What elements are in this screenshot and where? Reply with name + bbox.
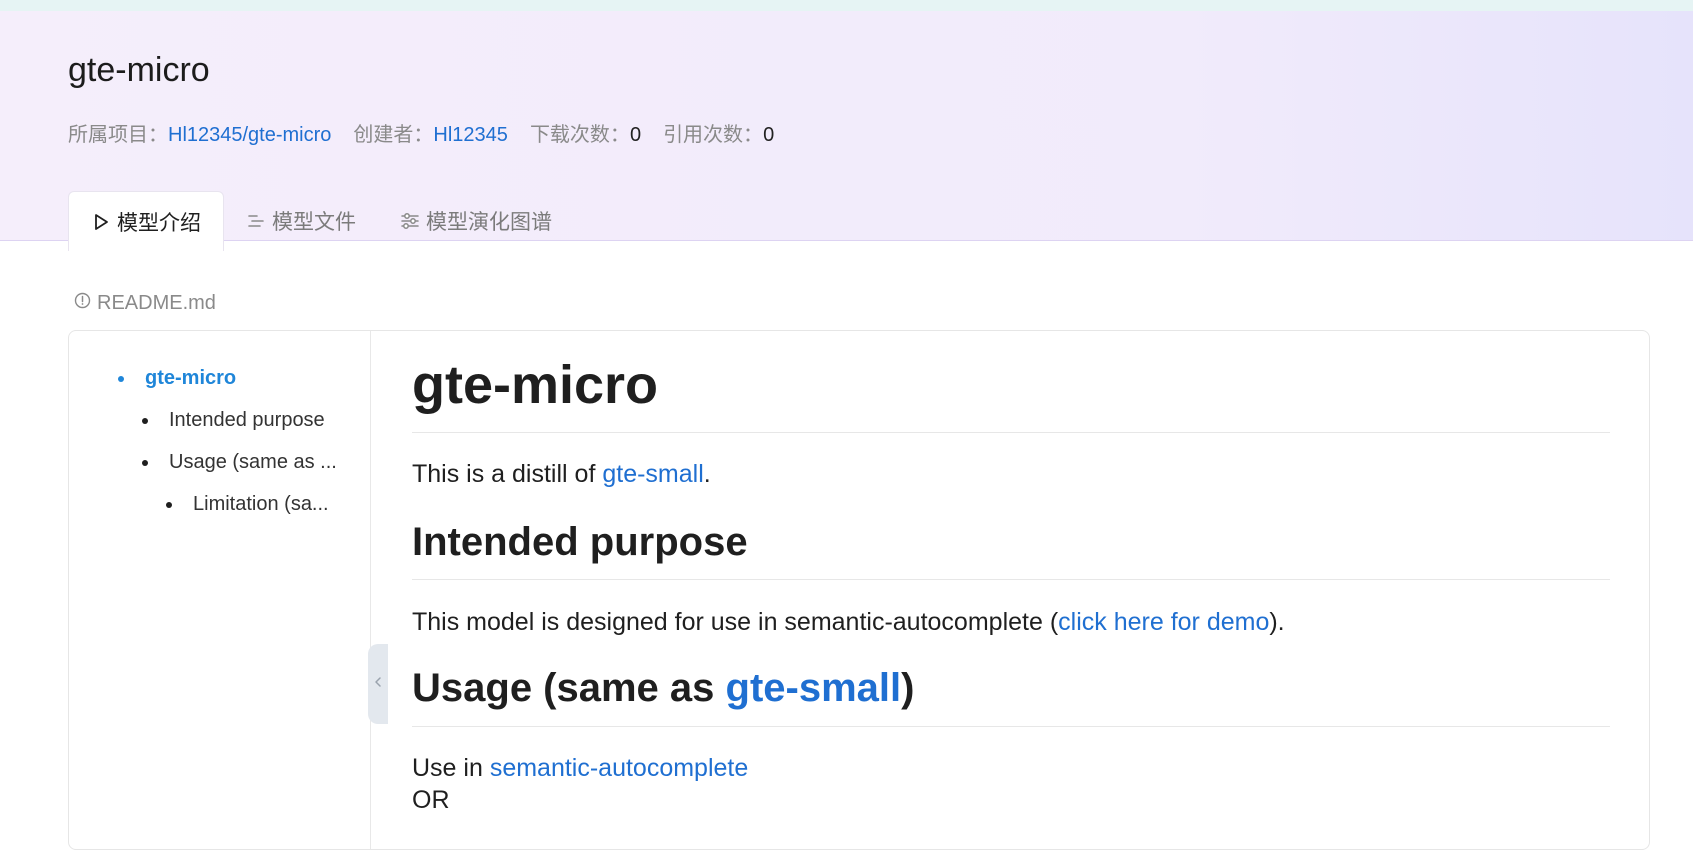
gte-small-link[interactable]: gte-small	[602, 460, 703, 488]
model-meta: 所属项目： Hl12345/gte-micro 创建者： Hl12345 下载次…	[68, 118, 774, 147]
readme-panel: gte-micro Intended purpose Usage (same a…	[68, 330, 1650, 850]
heading-divider	[412, 726, 1610, 727]
toc-label: Intended purpose	[169, 409, 325, 431]
list-icon	[246, 211, 266, 231]
toc-label: gte-micro	[145, 367, 237, 389]
sliders-icon	[400, 211, 420, 231]
bullet-icon	[166, 501, 172, 508]
heading-divider	[412, 432, 1610, 433]
toc-item-usage[interactable]: Usage (same as ...	[142, 451, 337, 474]
demo-link[interactable]: click here for demo	[1058, 608, 1269, 636]
toc-item-intended-purpose[interactable]: Intended purpose	[142, 409, 325, 432]
toc-collapse-handle[interactable]	[368, 644, 388, 724]
usage-heading-prefix: Usage (same as	[412, 666, 726, 710]
citations-label: 引用次数：	[663, 124, 764, 146]
model-header: gte-micro 所属项目： Hl12345/gte-micro 创建者： H…	[0, 11, 1693, 251]
usage-or-line: OR	[412, 786, 450, 814]
purpose-text: This model is designed for use in semant…	[412, 608, 1059, 636]
heading-usage: Usage (same as gte-small)	[412, 666, 914, 711]
tab-label: 模型介绍	[117, 211, 201, 235]
tab-label: 模型文件	[272, 211, 356, 234]
usage-gte-small-link[interactable]: gte-small	[726, 666, 902, 710]
readme-label: README.md	[74, 292, 216, 315]
top-strip	[0, 0, 1693, 11]
citations-count: 0	[763, 124, 775, 146]
readme-filename: README.md	[97, 292, 216, 314]
usage-heading-suffix: )	[901, 666, 915, 710]
toc-item-gte-micro[interactable]: gte-micro	[118, 367, 236, 390]
heading-divider	[412, 579, 1610, 580]
model-title: gte-micro	[68, 51, 210, 89]
purpose-paragraph: This model is designed for use in semant…	[412, 608, 1285, 637]
chevron-left-icon	[374, 675, 382, 693]
semantic-autocomplete-link[interactable]: semantic-autocomplete	[490, 754, 748, 782]
info-icon	[74, 292, 91, 315]
creator-link[interactable]: Hl12345	[433, 124, 508, 147]
creator-label: 创建者：	[353, 124, 434, 146]
usage-text: Use in	[412, 754, 490, 782]
model-tabs: 模型介绍 模型文件 模型演化图谱	[68, 191, 574, 251]
bullet-icon	[142, 459, 148, 466]
play-icon	[91, 212, 111, 232]
tab-model-intro[interactable]: 模型介绍	[68, 191, 224, 251]
table-of-contents: gte-micro Intended purpose Usage (same a…	[69, 331, 371, 849]
intro-paragraph: This is a distill of gte-small.	[412, 460, 711, 489]
toc-item-limitation[interactable]: Limitation (sa...	[166, 493, 329, 516]
toc-label: Usage (same as ...	[169, 451, 337, 473]
heading-intended-purpose: Intended purpose	[412, 520, 748, 564]
bullet-icon	[118, 375, 124, 382]
intro-end: .	[703, 460, 711, 488]
project-label: 所属项目：	[68, 124, 168, 146]
project-link[interactable]: Hl12345/gte-micro	[168, 124, 331, 147]
toc-label: Limitation (sa...	[193, 493, 329, 515]
intro-text: This is a distill of	[412, 460, 603, 488]
downloads-count: 0	[629, 124, 642, 146]
purpose-end: ).	[1269, 608, 1285, 636]
tab-model-files[interactable]: 模型文件	[224, 191, 378, 251]
bullet-icon	[142, 417, 148, 424]
tab-model-evolution[interactable]: 模型演化图谱	[378, 191, 574, 251]
downloads-label: 下载次数：	[529, 124, 630, 146]
tab-label: 模型演化图谱	[426, 211, 552, 234]
usage-paragraph: Use in semantic-autocomplete	[412, 754, 748, 783]
heading-gte-micro: gte-micro	[412, 355, 659, 415]
